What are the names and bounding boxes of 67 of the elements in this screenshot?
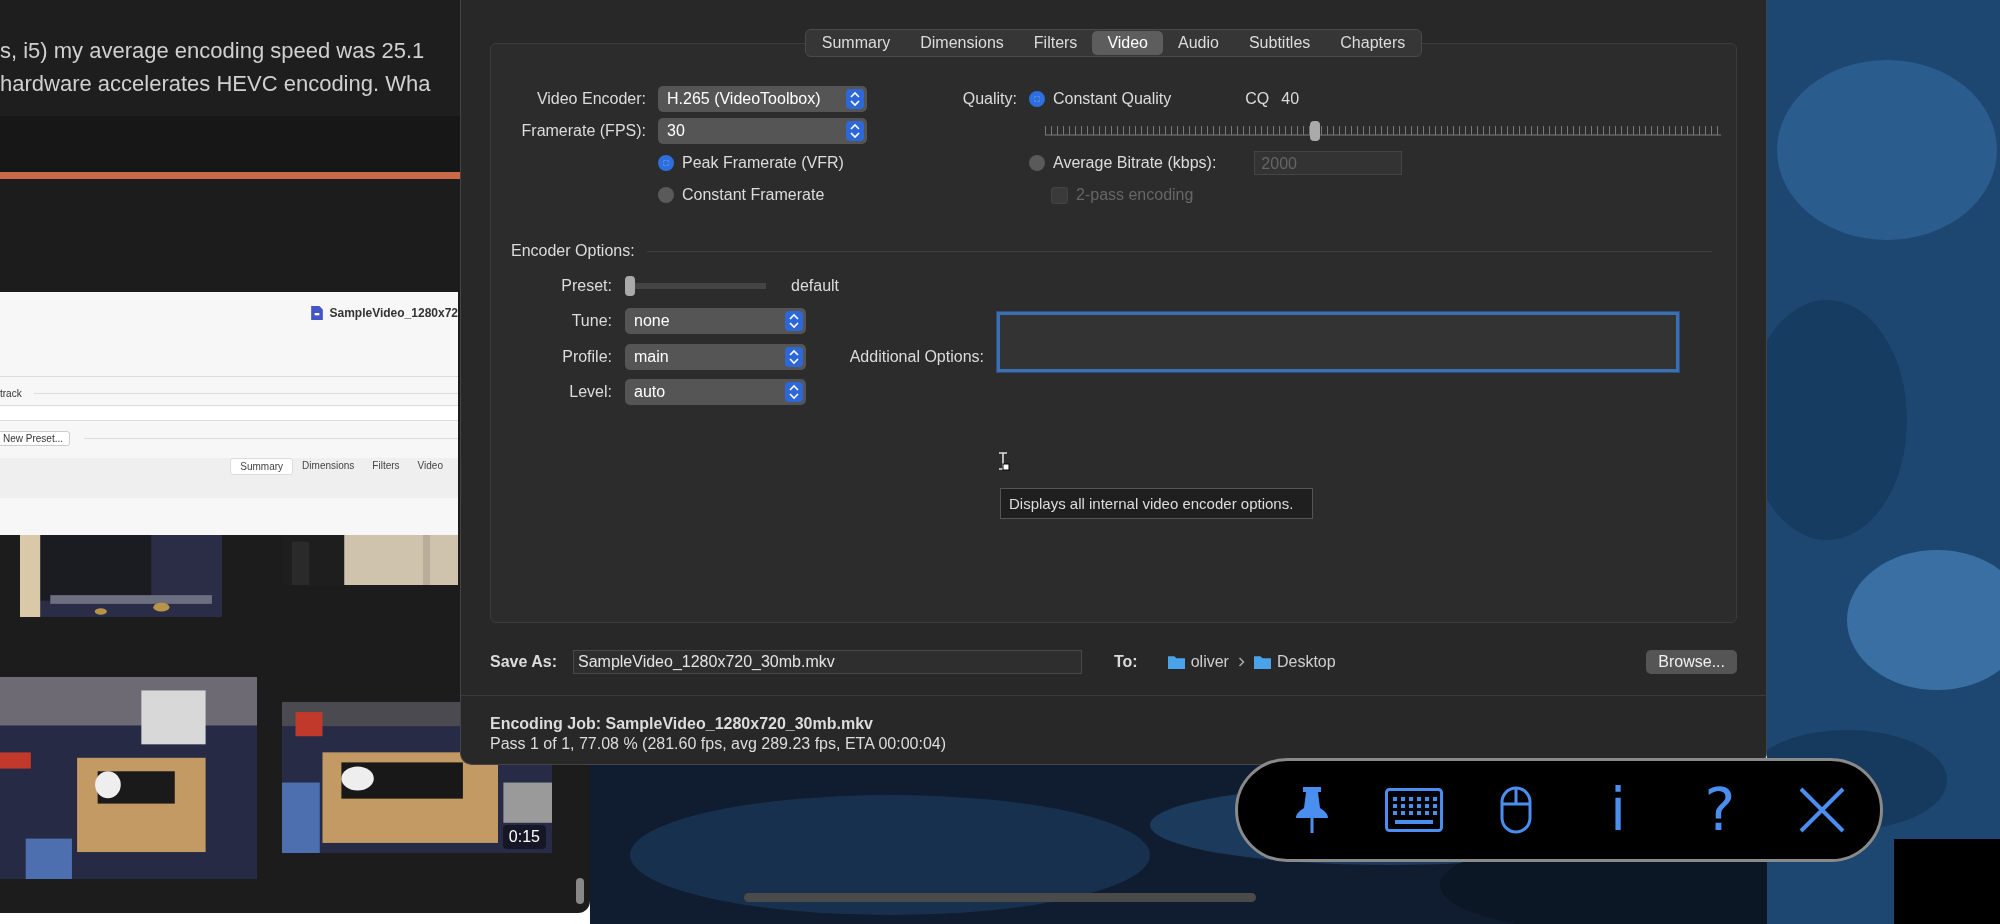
path-segment[interactable]: Desktop bbox=[1276, 653, 1336, 671]
radio-option[interactable]: Average Bitrate (kbps): bbox=[1029, 154, 1217, 172]
path-segment[interactable]: oliver bbox=[1190, 653, 1229, 671]
new-preset-button[interactable]: New Preset... bbox=[0, 431, 71, 446]
framerate-dropdown[interactable]: 30 bbox=[658, 118, 867, 144]
field-label: Profile: bbox=[561, 347, 612, 366]
folder-icon bbox=[1253, 655, 1271, 669]
section-title: Encoder Options: bbox=[511, 242, 635, 260]
options-field[interactable] bbox=[997, 311, 1679, 372]
dropdown[interactable]: none bbox=[625, 308, 806, 335]
field-label: Video Encoder: bbox=[535, 90, 646, 108]
screenshot-preview[interactable]: SampleVideo_1280x72 track New Preset... Summary Dimensions Filters Video bbox=[0, 292, 458, 535]
tab[interactable]: Summary bbox=[230, 458, 294, 475]
filename-field[interactable]: SampleVideo_1280x720_30mb.mkv bbox=[573, 650, 1082, 674]
tab[interactable]: Dimensions bbox=[905, 31, 1019, 55]
tooltip: Displays all internal video encoder options. bbox=[1000, 488, 1313, 519]
stepper-icon bbox=[846, 121, 864, 141]
tab[interactable]: Summary bbox=[806, 31, 906, 55]
field-label: Level: bbox=[568, 383, 612, 402]
pin-icon bbox=[1295, 787, 1329, 833]
field-label: Quality: bbox=[961, 90, 1017, 108]
article-text: hardware accelerates HEVC encoding. Wha bbox=[0, 70, 431, 98]
stepper-icon bbox=[785, 311, 803, 332]
toolbar-button[interactable]: i bbox=[1582, 780, 1654, 840]
slider-thumb[interactable] bbox=[625, 275, 635, 296]
duration-badge: 0:15 bbox=[502, 825, 546, 849]
field-label: Framerate (FPS): bbox=[520, 122, 646, 140]
browse-button[interactable]: Browse... bbox=[1646, 650, 1737, 674]
radio-option[interactable]: Constant Quality bbox=[1029, 90, 1172, 108]
tab[interactable]: Dimensions bbox=[293, 458, 364, 473]
folder-icon bbox=[1167, 655, 1185, 669]
tab[interactable]: Subtitles bbox=[1233, 31, 1326, 55]
tab[interactable]: Video bbox=[1092, 31, 1163, 55]
preset-value: default bbox=[791, 276, 841, 295]
field-label: Save As: bbox=[490, 653, 557, 671]
stepper-icon bbox=[846, 89, 864, 109]
section-label: track bbox=[0, 387, 22, 399]
quality-label: CQ bbox=[1245, 90, 1270, 108]
keyboard-icon bbox=[1385, 788, 1443, 832]
stepper-icon bbox=[785, 346, 803, 367]
toolbar-button[interactable]: ? bbox=[1684, 780, 1756, 840]
field-label: Additional Options: bbox=[848, 347, 984, 366]
tab[interactable]: Chapters bbox=[1325, 31, 1421, 55]
tab[interactable]: Filters bbox=[1018, 31, 1093, 55]
field-label: To: bbox=[1114, 653, 1138, 671]
article-text: s, i5) my average encoding speed was 25.1 bbox=[0, 37, 425, 65]
file-name: SampleVideo_1280x72 bbox=[329, 306, 458, 320]
document-icon bbox=[311, 306, 324, 320]
encoder-dropdown[interactable]: H.265 (VideoToolbox) bbox=[658, 86, 867, 112]
radio-option[interactable]: Constant Framerate bbox=[658, 186, 867, 204]
job-title: Encoding Job: SampleVideo_1280x720_30mb.mkv bbox=[490, 714, 874, 734]
text-cursor-icon bbox=[996, 451, 1010, 473]
dropdown[interactable]: auto bbox=[625, 379, 806, 406]
tab[interactable]: Audio bbox=[1163, 31, 1234, 55]
slider-thumb[interactable] bbox=[1310, 121, 1321, 141]
scrollbar-thumb[interactable] bbox=[576, 878, 584, 904]
chevron-icon bbox=[1236, 656, 1246, 668]
tab[interactable]: Video bbox=[408, 458, 452, 473]
quality-value: 40 bbox=[1281, 90, 1300, 108]
tab[interactable]: Filters bbox=[363, 458, 409, 473]
field-label: Preset: bbox=[560, 276, 612, 295]
status-text: Pass 1 of 1, 77.08 % (281.60 fps, avg 289.23 fps, ETA 00:00:04) bbox=[490, 734, 947, 754]
radio-option[interactable]: Peak Framerate (VFR) bbox=[658, 154, 867, 172]
field-label: Tune: bbox=[570, 312, 612, 331]
stepper-icon bbox=[785, 382, 803, 403]
dropdown[interactable]: main bbox=[625, 343, 806, 370]
mouse-icon bbox=[1500, 786, 1532, 834]
